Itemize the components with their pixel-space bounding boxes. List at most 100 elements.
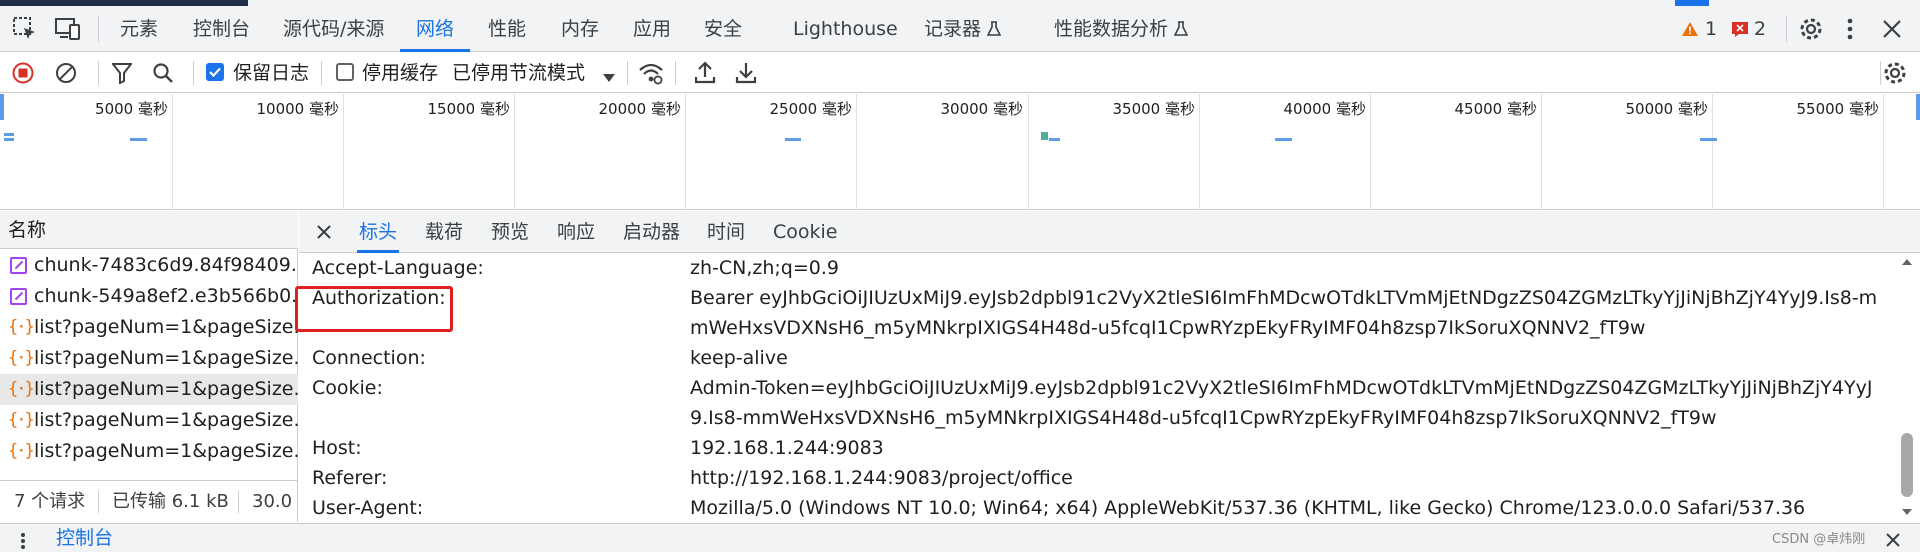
scrollbar-thumb[interactable]: [1901, 433, 1913, 497]
request-name: chunk-7483c6d9.84f98409.css: [34, 254, 298, 276]
tick-label: 25000 毫秒: [769, 100, 853, 118]
error-icon: [1732, 22, 1748, 37]
request-row[interactable]: {·} list?pageNum=1&pageSize...: [0, 405, 298, 436]
request-name: list?pageNum=1&pageSize...: [34, 316, 298, 338]
tab-recorder[interactable]: 记录器: [924, 6, 1002, 52]
header-key: User-Agent:: [312, 497, 424, 519]
header-value: keep-alive: [690, 347, 788, 369]
request-list-pane: 名称 chunk-7483c6d9.84f98409.css chunk-549…: [0, 211, 298, 522]
tab-preview[interactable]: 预览: [491, 211, 529, 253]
header-key: Referer:: [312, 467, 388, 489]
request-name: list?pageNum=1&pageSize...: [34, 409, 298, 431]
annotation-highlight-box: [295, 286, 453, 332]
disable-cache-label[interactable]: 停用缓存: [362, 53, 438, 93]
request-count: 7 个请求: [14, 491, 86, 512]
header-value: Bearer eyJhbGciOiJIUzUxMiJ9.eyJsb2dpbl91…: [690, 287, 1878, 339]
devtools-main-tabbar: 元素 控制台 源代码/来源 网络 性能 内存 应用 安全 Lighthouse …: [0, 6, 1920, 52]
preserve-log-label[interactable]: 保留日志: [233, 53, 309, 93]
import-har-icon[interactable]: [694, 61, 716, 89]
preserve-log-checkbox[interactable]: [206, 63, 224, 81]
tab-elements[interactable]: 元素: [120, 6, 158, 52]
overview-request-bar: [4, 138, 14, 141]
close-details-icon[interactable]: [316, 224, 332, 244]
header-key: Accept-Language:: [312, 257, 484, 279]
tab-initiator[interactable]: 启动器: [623, 211, 680, 253]
name-column-header[interactable]: 名称: [0, 211, 298, 249]
stylesheet-icon: [10, 288, 27, 305]
experiment-flask-icon: [1174, 21, 1189, 36]
header-value: Mozilla/5.0 (Windows NT 10.0; Win64; x64…: [690, 497, 1806, 519]
tab-cookies[interactable]: Cookie: [773, 211, 838, 253]
errors-counter[interactable]: 2: [1732, 6, 1766, 52]
drawer-tab-console[interactable]: 控制台: [56, 524, 113, 553]
network-conditions-icon[interactable]: [638, 61, 664, 89]
filter-icon[interactable]: [110, 62, 134, 88]
disable-cache-checkbox[interactable]: [336, 63, 354, 81]
tab-headers[interactable]: 标头: [356, 211, 400, 253]
network-toolbar: 保留日志 停用缓存 已停用节流模式: [0, 53, 1920, 93]
tab-performance-insights-label: 性能数据分析: [1054, 18, 1169, 40]
drawer-menu-icon[interactable]: [20, 532, 26, 554]
request-row-selected[interactable]: {·} list?pageNum=1&pageSize...: [0, 374, 298, 405]
tick-label: 15000 毫秒: [427, 100, 511, 118]
overview-request-bar: [1041, 132, 1048, 140]
tab-memory[interactable]: 内存: [561, 6, 599, 52]
request-row[interactable]: {·} list?pageNum=1&pageSize...: [0, 343, 298, 374]
vertical-scrollbar[interactable]: [1897, 253, 1917, 522]
tab-payload[interactable]: 载荷: [425, 211, 463, 253]
request-row[interactable]: {·} list?pageNum=1&pageSize...: [0, 436, 298, 467]
overview-request-bar: [785, 138, 801, 141]
transferred-size: 已传输 6.1 kB: [112, 491, 229, 512]
request-row[interactable]: {·} list?pageNum=1&pageSize...: [0, 312, 298, 343]
overview-request-bar: [130, 138, 147, 141]
overview-request-bar: [1700, 138, 1717, 141]
clear-icon[interactable]: [55, 62, 77, 88]
overview-request-bar: [1275, 138, 1292, 141]
close-devtools-icon[interactable]: [1882, 19, 1902, 43]
throttling-select[interactable]: 已停用节流模式: [452, 53, 585, 93]
tab-performance[interactable]: 性能: [488, 6, 526, 52]
export-har-icon[interactable]: [735, 61, 757, 89]
errors-count: 2: [1754, 18, 1767, 40]
inspect-element-icon[interactable]: [12, 16, 38, 46]
stop-recording-icon[interactable]: [12, 62, 34, 88]
json-braces-icon: {·}: [8, 441, 35, 461]
settings-gear-icon[interactable]: [1798, 16, 1824, 46]
tab-response[interactable]: 响应: [557, 211, 595, 253]
tick-label: 5000 毫秒: [95, 100, 168, 118]
warnings-counter[interactable]: 1: [1681, 6, 1717, 52]
tab-network[interactable]: 网络: [399, 6, 471, 52]
resources-size: 30.0: [252, 491, 293, 512]
tab-application[interactable]: 应用: [633, 6, 671, 52]
tab-performance-insights[interactable]: 性能数据分析: [1054, 6, 1189, 52]
request-name: list?pageNum=1&pageSize...: [34, 347, 298, 369]
tab-sources[interactable]: 源代码/来源: [283, 6, 384, 52]
more-options-icon[interactable]: [1846, 18, 1854, 44]
device-toolbar-icon[interactable]: [54, 16, 82, 46]
tab-timing[interactable]: 时间: [707, 211, 745, 253]
network-settings-gear-icon[interactable]: [1882, 60, 1908, 90]
tick-label: 50000 毫秒: [1625, 100, 1709, 118]
tick-label: 10000 毫秒: [256, 100, 340, 118]
scroll-up-arrow-icon[interactable]: [1897, 255, 1917, 269]
request-row[interactable]: chunk-7483c6d9.84f98409.css: [0, 250, 298, 281]
experiment-flask-icon: [987, 21, 1002, 36]
header-key: Connection:: [312, 347, 426, 369]
chevron-down-icon[interactable]: [602, 68, 616, 87]
overview-left-handle[interactable]: [0, 94, 4, 120]
scroll-down-arrow-icon[interactable]: [1897, 505, 1917, 519]
stylesheet-icon: [10, 257, 27, 274]
tab-console[interactable]: 控制台: [193, 6, 250, 52]
json-braces-icon: {·}: [8, 379, 35, 399]
network-overview-timeline[interactable]: 5000 毫秒 10000 毫秒 15000 毫秒 20000 毫秒 25000…: [0, 94, 1920, 210]
request-row[interactable]: chunk-549a8ef2.e3b566b0.css: [0, 281, 298, 312]
headers-scroll-area[interactable]: Accept-Language: zh-CN,zh;q=0.9 Authoriz…: [299, 253, 1897, 522]
request-name: chunk-549a8ef2.e3b566b0.css: [34, 285, 298, 307]
header-key: Host:: [312, 437, 362, 459]
search-icon[interactable]: [152, 62, 174, 88]
header-value: http://192.168.1.244:9083/project/office: [690, 467, 1073, 489]
tab-lighthouse[interactable]: Lighthouse: [793, 6, 898, 52]
overview-right-handle[interactable]: [1916, 94, 1920, 120]
tab-security[interactable]: 安全: [704, 6, 742, 52]
close-drawer-icon[interactable]: [1886, 532, 1900, 551]
